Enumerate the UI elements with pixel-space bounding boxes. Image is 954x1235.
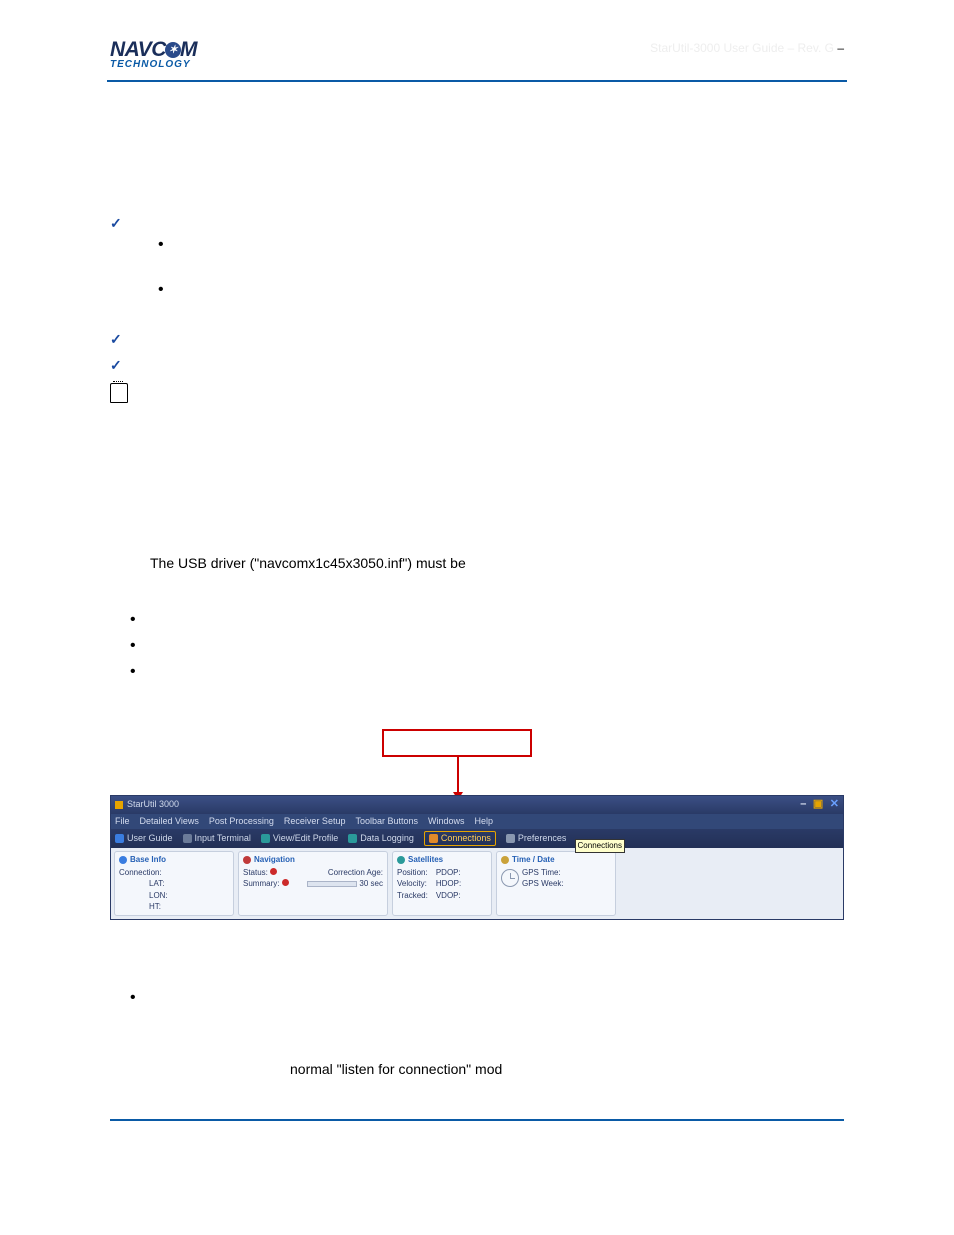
- logo-text-right: M: [180, 40, 197, 60]
- eth-modes-visible: normal "listen for connection" mod: [290, 1059, 844, 1079]
- sub-item-usb: USB 2.0 A/B cable connects the PC to the…: [158, 282, 844, 323]
- menu-detailed-views[interactable]: Detailed Views: [140, 815, 199, 828]
- bullet-eth-modes: Ethernet Operation Modes: The SF-3050 ca…: [130, 990, 844, 1079]
- clock-title-icon: [501, 856, 509, 864]
- globe-icon: [119, 856, 127, 864]
- gear-icon: [506, 834, 515, 843]
- section-title-establish: Establish Communications: [110, 108, 844, 130]
- window-titlebar: StarUtil 3000 – ▣ ✕: [111, 796, 843, 814]
- logging-icon: [348, 834, 357, 843]
- dashboard: Base Info Connection: LAT: LON: HT: Navi…: [111, 848, 843, 919]
- app-icon: [115, 801, 123, 809]
- summary-dot-icon: [282, 879, 289, 886]
- info-icon: [115, 834, 124, 843]
- eth-intro-text: Ethernet Operation Modes: The SF-3050 ca…: [150, 992, 746, 1008]
- ethernet-bullets: Ethernet Operation Modes: The SF-3050 ca…: [110, 990, 844, 1079]
- footer-rule: [110, 1119, 844, 1121]
- step-2: 2. Configure the communications settings…: [110, 586, 844, 606]
- usb-device-text-visible: The USB driver ("navcomx1c45x3050.inf") …: [150, 553, 844, 573]
- figure-caption: Figure 4: Connections Button: [110, 928, 844, 945]
- menubar: File Detailed Views Post Processing Rece…: [111, 814, 843, 829]
- tb-view-profile[interactable]: View/Edit Profile: [261, 832, 338, 845]
- header-doc-title: StarUtil-3000 User Guide – Rev. G: [650, 41, 834, 55]
- usb-device-block: USB Device Port Connection: Connect the …: [150, 488, 844, 573]
- starutil-window: StarUtil 3000 – ▣ ✕ File Detailed Views …: [110, 795, 844, 920]
- tooltip-connections: Connections: [575, 839, 625, 853]
- check-item-laptop: Laptop/PC with Windows® XP, Vista, or Wi…: [110, 329, 844, 349]
- logo-star-icon: ✶: [165, 42, 181, 58]
- navcom-logo: NAVC ✶ M TECHNOLOGY: [110, 40, 197, 72]
- equipment-heading: Equipment: [110, 140, 844, 160]
- heading-connect: Connect Laptop/PC to GNSS Receiver: [110, 436, 844, 456]
- step-1: 1. Perform one of these connections:: [110, 462, 844, 482]
- menu-windows[interactable]: Windows: [428, 815, 465, 828]
- menu-help[interactable]: Help: [475, 815, 494, 828]
- heading-ethernet: Ethernet Setup: [110, 963, 844, 983]
- header-dash: –: [837, 41, 844, 55]
- callout-arrow: [457, 757, 459, 799]
- toolbar: User Guide Input Terminal View/Edit Prof…: [111, 829, 843, 848]
- tb-user-guide[interactable]: User Guide: [115, 832, 173, 845]
- note-usb-flash: Included in the USB Flash Drive is the G…: [110, 381, 844, 422]
- step2-bullets: Open StarUtil 3000 Click the Connections…: [110, 612, 844, 705]
- profile-icon: [261, 834, 270, 843]
- bullet-conntype: Setup the appropriate Connection Type: C…: [130, 664, 844, 705]
- figure-4: Connection Button StarUtil 3000 – ▣ ✕ Fi…: [110, 729, 844, 945]
- menu-toolbar-buttons[interactable]: Toolbar Buttons: [355, 815, 418, 828]
- callout-connection-button: Connection Button: [382, 729, 532, 757]
- page-number: 14: [110, 1127, 844, 1144]
- menu-file[interactable]: File: [115, 815, 130, 828]
- check-item-cable-text: Communication Cable (there are two optio…: [134, 215, 420, 231]
- menu-post-processing[interactable]: Post Processing: [209, 815, 274, 828]
- close-button[interactable]: ✕: [830, 798, 839, 810]
- check-item-starutil: StarUtil 3000 (included in supplied USB …: [110, 355, 844, 375]
- equipment-checklist: Communication Cable (there are two optio…: [110, 213, 844, 375]
- tb-data-logging[interactable]: Data Logging: [348, 832, 414, 845]
- panel-base-info: Base Info Connection: LAT: LON: HT:: [114, 851, 234, 916]
- terminal-icon: [183, 834, 192, 843]
- window-title: StarUtil 3000: [127, 798, 179, 811]
- logo-text-left: NAVC: [110, 40, 166, 60]
- logo-subtext: TECHNOLOGY: [110, 58, 197, 73]
- age-bar: [307, 881, 357, 887]
- tb-connections[interactable]: Connections: [424, 831, 496, 846]
- tb-input-terminal[interactable]: Input Terminal: [183, 832, 251, 845]
- maximize-button[interactable]: ▣: [813, 798, 823, 810]
- plug-icon: [429, 834, 438, 843]
- panel-time: Time / Date GPS Time: GPS Week:: [496, 851, 616, 916]
- compass-icon: [243, 856, 251, 864]
- usb-device-text-hidden: USB Device Port Connection: Connect the …: [150, 488, 844, 549]
- clock-icon: [501, 869, 519, 887]
- status-dot-icon: [270, 868, 277, 875]
- window-controls: – ▣ ✕: [796, 797, 839, 813]
- panel-navigation: Navigation Status: Correction Age: Summa…: [238, 851, 388, 916]
- header-rule: [107, 80, 847, 82]
- bullet-connections: Click the Connections button to open the…: [130, 638, 844, 658]
- minimize-button[interactable]: –: [800, 798, 806, 810]
- menu-receiver-setup[interactable]: Receiver Setup: [284, 815, 346, 828]
- page-header: NAVC ✶ M TECHNOLOGY StarUtil-3000 User G…: [110, 40, 844, 78]
- satellite-icon: [397, 856, 405, 864]
- tb-preferences[interactable]: Preferences: [506, 832, 567, 845]
- eth-modes-hidden: Disabled, Static IP, or Dynamic IP (DHCP…: [150, 1014, 844, 1055]
- sub-item-db9: DB9 female to DB9 male RS-232 cable (or …: [158, 237, 844, 278]
- bullet-open: Open StarUtil 3000: [130, 612, 844, 632]
- check-item-cable: Communication Cable (there are two optio…: [110, 213, 844, 322]
- equipment-intro: This equipment is required to establish …: [110, 166, 844, 207]
- panel-satellites: Satellites Position: Velocity: Tracked: …: [392, 851, 492, 916]
